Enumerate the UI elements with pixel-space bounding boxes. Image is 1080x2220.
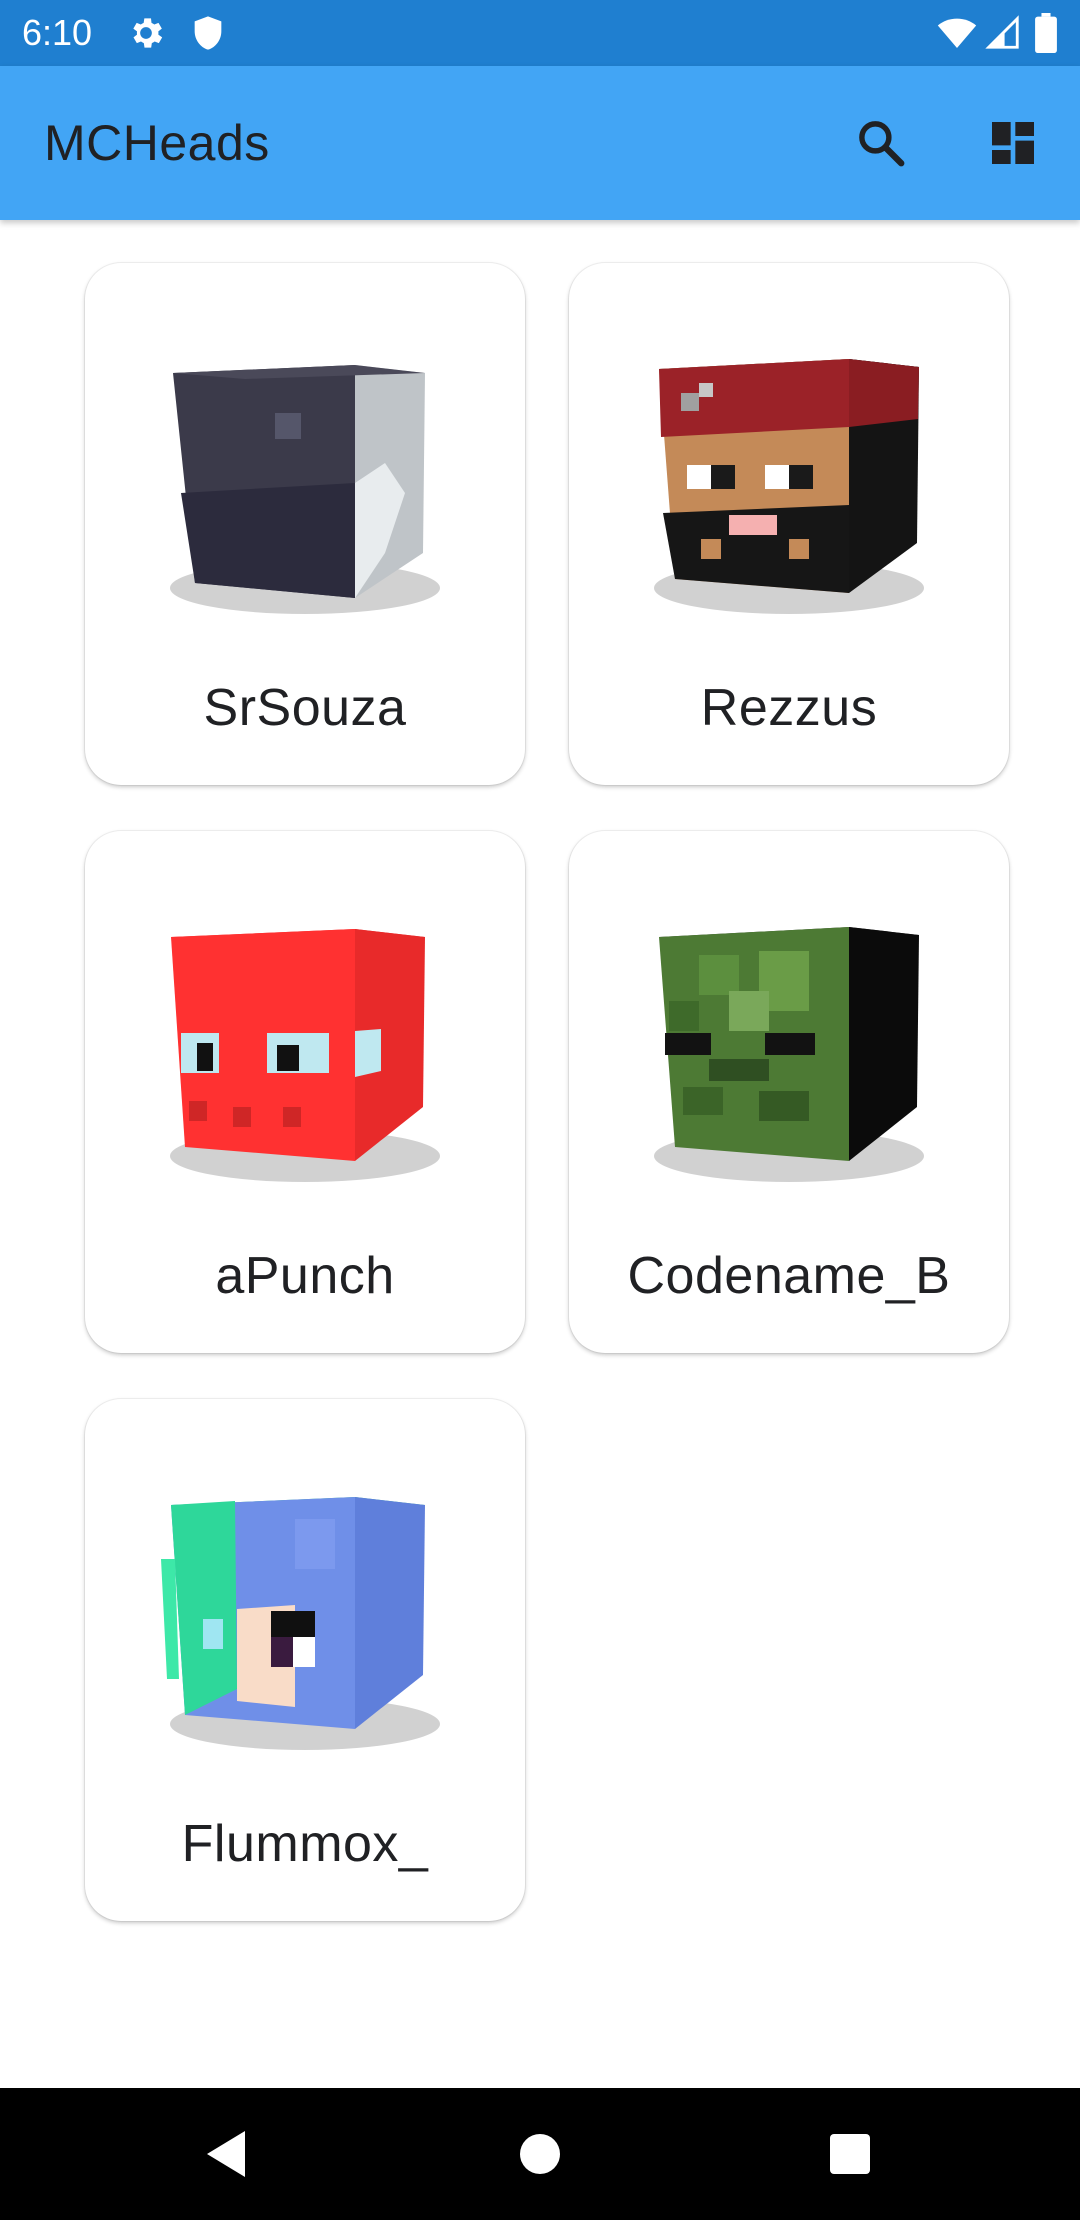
- battery-icon: [1034, 13, 1058, 53]
- wifi-icon: [936, 13, 978, 53]
- head-image: [155, 911, 455, 1191]
- app-bar: MCHeads: [0, 66, 1080, 220]
- head-card[interactable]: Codename_B: [569, 831, 1009, 1353]
- head-image: [639, 343, 939, 623]
- head-image: [155, 343, 455, 623]
- dashboard-icon[interactable]: [978, 108, 1048, 178]
- recents-icon[interactable]: [820, 2124, 880, 2184]
- search-icon[interactable]: [846, 108, 916, 178]
- head-card[interactable]: SrSouza: [85, 263, 525, 785]
- status-time: 6:10: [22, 12, 93, 53]
- status-bar: 6:10: [0, 0, 1080, 66]
- head-name: Flummox_: [181, 1815, 429, 1873]
- head-image: [639, 911, 939, 1191]
- head-name: SrSouza: [203, 679, 407, 737]
- head-name: Codename_B: [627, 1247, 951, 1305]
- signal-icon: [984, 13, 1024, 53]
- back-icon[interactable]: [196, 2124, 256, 2184]
- home-icon[interactable]: [510, 2124, 570, 2184]
- head-image: [155, 1479, 455, 1759]
- head-card[interactable]: aPunch: [85, 831, 525, 1353]
- head-card[interactable]: Rezzus: [569, 263, 1009, 785]
- head-name: aPunch: [215, 1247, 395, 1305]
- app-title: MCHeads: [44, 115, 270, 171]
- shield-icon: [188, 13, 228, 53]
- settings-icon: [126, 13, 166, 53]
- head-card[interactable]: Flummox_: [85, 1399, 525, 1921]
- head-name: Rezzus: [700, 679, 878, 737]
- nav-bar: [0, 2088, 1080, 2220]
